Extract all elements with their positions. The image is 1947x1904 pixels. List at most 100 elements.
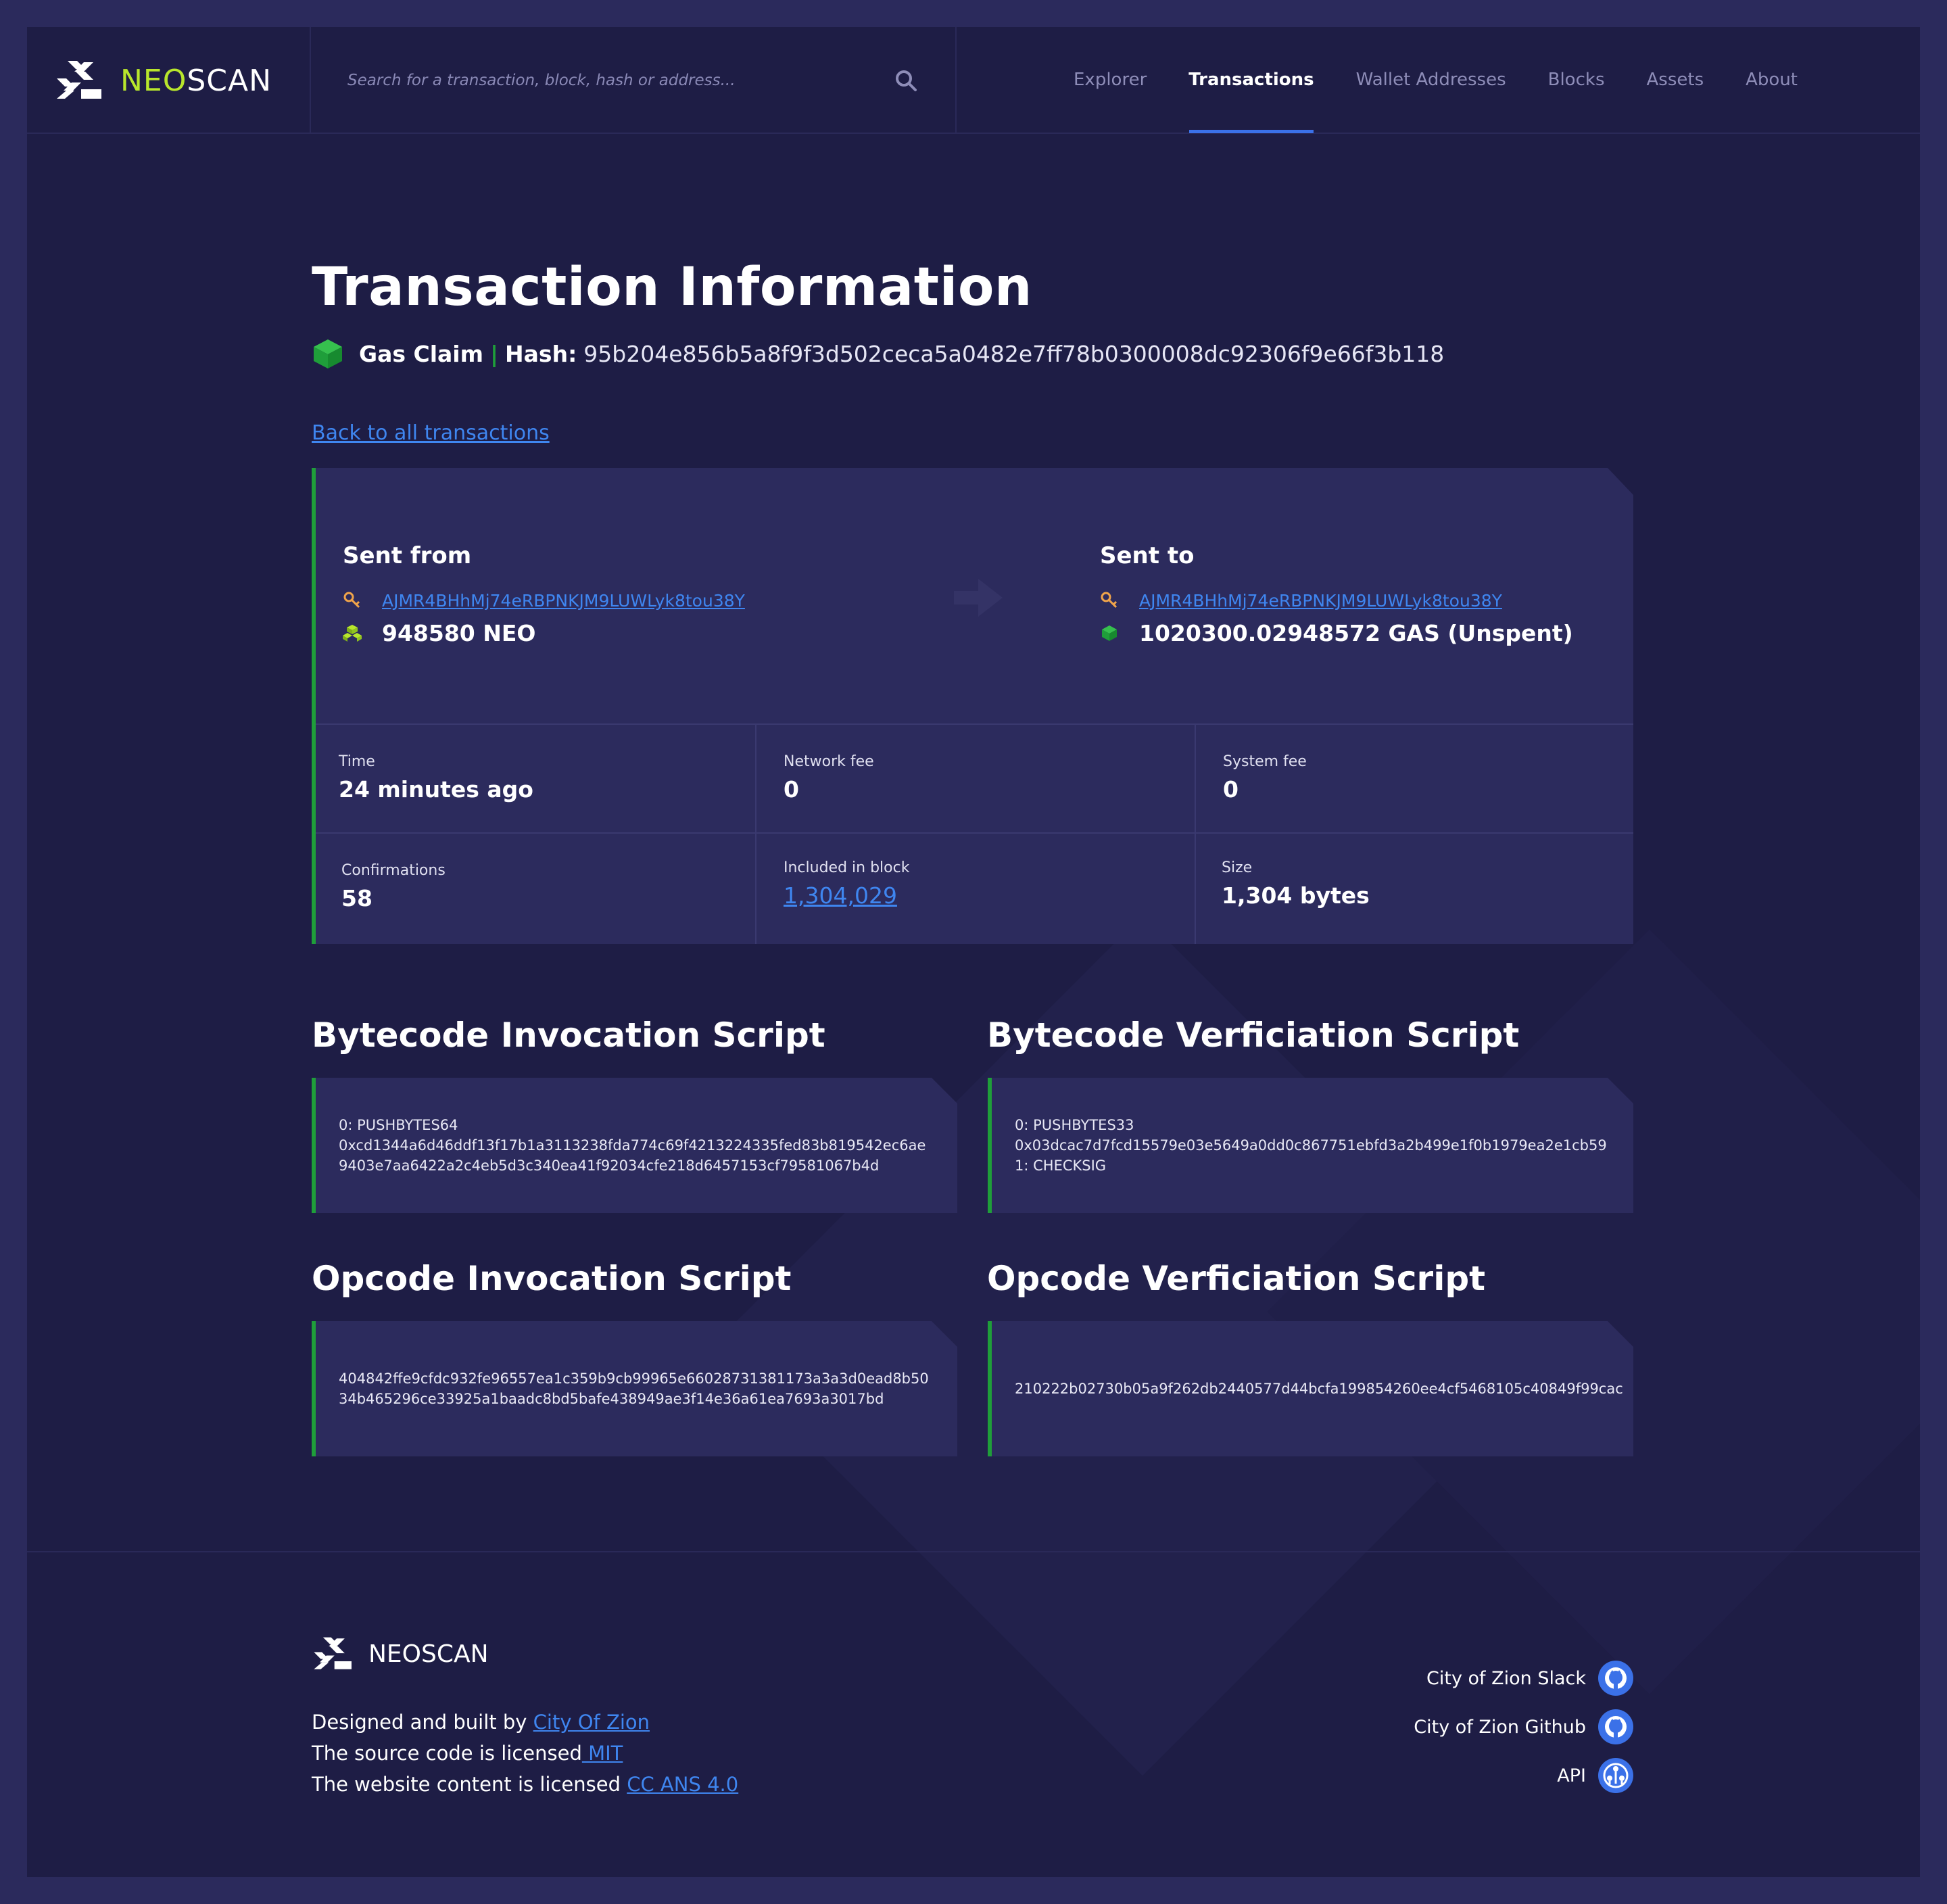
script-line: 404842ffe9cfdc932fe96557ea1c359b9cb99965… [339, 1371, 929, 1387]
script-line: 1: CHECKSIG [1015, 1158, 1107, 1174]
receiver-amount: 1020300.02948572 GAS (Unspent) [1139, 619, 1573, 646]
bytecode-verification-title: Bytecode Verficiation Script [987, 1016, 1520, 1055]
cube-icon [314, 339, 342, 368]
block-label: Included in block [784, 859, 910, 876]
confirmations-label: Confirmations [341, 862, 446, 879]
detail-included-in-block: Included in block 1,304,029 [755, 832, 1195, 944]
sent-from-label: Sent from [343, 542, 472, 569]
sent-to-label: Sent to [1100, 542, 1195, 569]
transaction-subtitle: Gas Claim | Hash: 95b204e856b5a8f9f3d502… [312, 337, 1444, 371]
back-to-transactions-link[interactable]: Back to all transactions [312, 421, 550, 445]
sender-address-row: AJMR4BHhMj74eRBPNKJM9LUWLyk8tou38Y [343, 584, 745, 617]
footer-content-line: The website content is licensed CC ANS 4… [312, 1769, 738, 1800]
search-icon[interactable] [894, 69, 917, 92]
opcode-invocation-script: 404842ffe9cfdc932fe96557ea1c359b9cb99965… [312, 1321, 957, 1456]
nav-transactions[interactable]: Transactions [1168, 27, 1335, 133]
brand-logo[interactable]: NEOSCAN [27, 27, 311, 134]
sent-to-section: Sent to AJMR4BHhMj74eRBPNKJM9LUWLyk8tou3… [1100, 542, 1573, 649]
neoscan-logo-icon [57, 61, 101, 99]
top-navbar: NEOSCAN Explorer Transactions Wallet Add… [27, 27, 1920, 134]
neoscan-logo-icon [314, 1637, 352, 1669]
detail-size: Size 1,304 bytes [1195, 832, 1633, 944]
neo-cubes-icon [343, 625, 362, 642]
script-line: 0xcd1344a6d46ddf13f17b1a3113238fda774c69… [339, 1137, 926, 1153]
script-line: 210222b02730b05a9f262db2440577d44bcfa199… [1015, 1381, 1623, 1397]
time-label: Time [339, 753, 375, 770]
script-line: 0: PUSHBYTES64 [339, 1117, 458, 1133]
script-line: 34b465296ce33925a1baadc8bd5bafe438949ae3… [339, 1391, 884, 1407]
network-fee-label: Network fee [784, 753, 874, 770]
gas-cube-icon [1102, 625, 1117, 641]
github-icon[interactable] [1598, 1661, 1633, 1696]
footer-divider [27, 1551, 1920, 1552]
search-input[interactable] [347, 72, 861, 89]
cc-license-link[interactable]: CC ANS 4.0 [627, 1773, 738, 1796]
brand-scan-text: SCAN [187, 63, 272, 98]
arrow-right-icon [954, 579, 1003, 617]
city-of-zion-link[interactable]: City Of Zion [533, 1711, 650, 1734]
key-icon [1101, 592, 1117, 609]
sender-amount: 948580 NEO [382, 619, 536, 646]
sender-amount-row: 948580 NEO [343, 617, 745, 649]
footer-logo: NEOSCAN [312, 1635, 489, 1673]
confirmations-value: 58 [341, 885, 372, 911]
transaction-details-grid: Time 24 minutes ago Network fee 0 System… [316, 723, 1633, 944]
transaction-card: Sent from AJMR4BHhMj74eRBPNKJM9LUWLyk8to… [312, 468, 1633, 944]
bytecode-invocation-title: Bytecode Invocation Script [312, 1016, 825, 1055]
detail-confirmations: Confirmations 58 [316, 832, 755, 944]
hash-label: Hash: [505, 340, 577, 367]
github-icon[interactable] [1598, 1709, 1633, 1744]
nav-blocks[interactable]: Blocks [1527, 27, 1626, 133]
nav-about[interactable]: About [1725, 27, 1819, 133]
system-fee-value: 0 [1223, 776, 1239, 803]
detail-network-fee: Network fee 0 [755, 723, 1195, 832]
footer-link-label: City of Zion Github [1414, 1716, 1586, 1738]
city-of-zion-github-link[interactable]: City of Zion Github [1414, 1709, 1633, 1744]
receiver-address-link[interactable]: AJMR4BHhMj74eRBPNKJM9LUWLyk8tou38Y [1139, 591, 1502, 611]
footer-content-text: The website content is licensed [312, 1773, 627, 1796]
receiver-amount-row: 1020300.02948572 GAS (Unspent) [1100, 617, 1573, 649]
city-of-zion-slack-link[interactable]: City of Zion Slack [1426, 1661, 1633, 1696]
block-number-link[interactable]: 1,304,029 [784, 882, 897, 909]
size-value: 1,304 bytes [1222, 882, 1370, 909]
receiver-address-row: AJMR4BHhMj74eRBPNKJM9LUWLyk8tou38Y [1100, 584, 1573, 617]
network-fee-value: 0 [784, 776, 799, 803]
page-frame: NEOSCAN Explorer Transactions Wallet Add… [27, 27, 1920, 1877]
nav-assets[interactable]: Assets [1626, 27, 1725, 133]
detail-system-fee: System fee 0 [1195, 723, 1633, 832]
detail-time: Time 24 minutes ago [316, 723, 755, 832]
mit-license-link[interactable]: MIT [582, 1742, 623, 1765]
footer-designed-line: Designed and built by City Of Zion [312, 1707, 738, 1738]
footer-source-text: The source code is licensed [312, 1742, 582, 1765]
footer-designed-text: Designed and built by [312, 1711, 533, 1734]
footer-link-label: API [1557, 1765, 1586, 1786]
nav-explorer[interactable]: Explorer [1053, 27, 1168, 133]
separator: | [489, 340, 499, 367]
footer-social-links: City of Zion Slack City of Zion Github A… [1414, 1661, 1633, 1793]
footer-source-line: The source code is licensed MIT [312, 1738, 738, 1769]
brand-neo-text: NEO [120, 63, 187, 98]
script-line: 0x03dcac7d7fcd15579e03e5649a0dd0c867751e… [1015, 1137, 1607, 1153]
transaction-type: Gas Claim [359, 340, 483, 367]
sent-from-section: Sent from AJMR4BHhMj74eRBPNKJM9LUWLyk8to… [343, 542, 745, 649]
opcode-invocation-title: Opcode Invocation Script [312, 1259, 792, 1298]
opcode-verification-script: 210222b02730b05a9f262db2440577d44bcfa199… [988, 1321, 1633, 1456]
api-link[interactable]: API [1557, 1758, 1633, 1793]
main-nav: Explorer Transactions Wallet Addresses B… [957, 27, 1920, 133]
footer-brand-text: NEOSCAN [368, 1640, 489, 1668]
api-icon[interactable] [1598, 1758, 1633, 1793]
time-value: 24 minutes ago [339, 776, 533, 803]
page-title: Transaction Information [312, 257, 1032, 318]
size-label: Size [1222, 859, 1253, 876]
bytecode-invocation-script: 0: PUSHBYTES64 0xcd1344a6d46ddf13f17b1a3… [312, 1078, 957, 1213]
nav-wallet-addresses[interactable]: Wallet Addresses [1335, 27, 1527, 133]
footer-credits: Designed and built by City Of Zion The s… [312, 1707, 738, 1800]
opcode-verification-title: Opcode Verficiation Script [987, 1259, 1486, 1298]
sender-address-link[interactable]: AJMR4BHhMj74eRBPNKJM9LUWLyk8tou38Y [382, 591, 745, 611]
script-line: 9403e7aa6422a2c4eb5d3c340ea41f92034cfe21… [339, 1158, 880, 1174]
footer-link-label: City of Zion Slack [1426, 1667, 1586, 1689]
transaction-hash: 95b204e856b5a8f9f3d502ceca5a0482e7ff78b0… [583, 340, 1445, 367]
key-icon [343, 592, 360, 609]
search-bar [311, 27, 957, 134]
bytecode-verification-script: 0: PUSHBYTES33 0x03dcac7d7fcd15579e03e56… [988, 1078, 1633, 1213]
